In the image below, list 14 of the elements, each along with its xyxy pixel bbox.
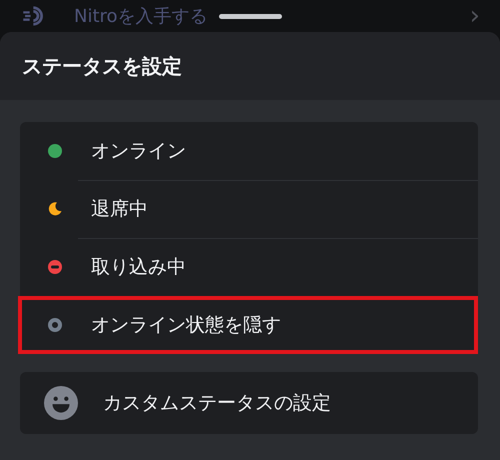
smiley-icon xyxy=(44,386,78,420)
sheet-title: ステータスを設定 xyxy=(22,52,182,80)
status-option[interactable]: オンライン状態を隠す xyxy=(18,296,478,354)
chevron-icon: › xyxy=(470,3,480,29)
status-label: 退席中 xyxy=(91,197,148,222)
status-option[interactable]: オンライン xyxy=(20,122,478,180)
status-option[interactable]: 取り込み中 xyxy=(20,238,478,296)
custom-status-label: カスタムステータスの設定 xyxy=(103,391,331,416)
status-option[interactable]: 退席中 xyxy=(20,180,478,238)
status-label: 取り込み中 xyxy=(91,255,186,280)
custom-status-button[interactable]: カスタムステータスの設定 xyxy=(20,372,478,434)
drag-handle[interactable] xyxy=(219,14,282,19)
status-label: オンライン xyxy=(91,139,186,164)
status-label: オンライン状態を隠す xyxy=(91,313,281,338)
